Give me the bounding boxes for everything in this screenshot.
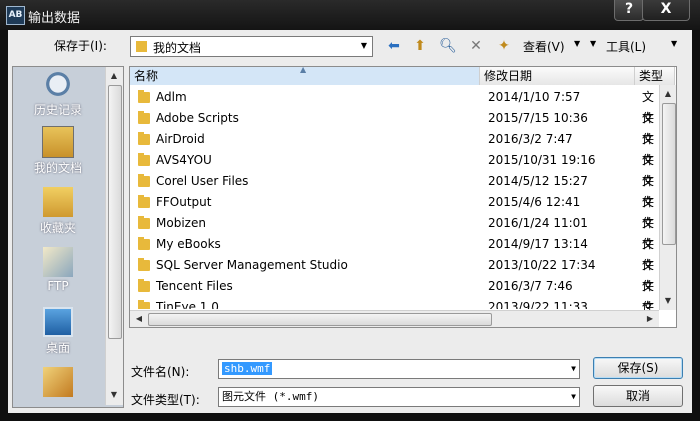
chevron-down-icon[interactable]: ▼	[571, 360, 576, 378]
file-row[interactable]: Tencent Files 2016/3/7 7:46 文件	[130, 276, 660, 314]
folder-icon	[138, 111, 150, 124]
scroll-down-icon[interactable]: ▼	[106, 387, 122, 403]
scroll-up-icon[interactable]: ▲	[106, 68, 122, 84]
scroll-down-icon[interactable]: ▼	[660, 293, 676, 309]
save-in-value: 我的文档	[153, 41, 202, 55]
places-scroll-thumb[interactable]	[108, 85, 122, 339]
folder-icon	[138, 195, 150, 208]
ftp-icon	[43, 247, 73, 277]
file-row[interactable]: FFOutput 2015/4/6 12:41 文件	[130, 192, 660, 230]
scroll-left-icon[interactable]: ◀	[131, 311, 147, 327]
file-row[interactable]: AVS4YOU 2015/10/31 19:16 文件	[130, 150, 660, 188]
sort-indicator-icon: ▲	[300, 66, 307, 74]
chevron-down-icon[interactable]: ▼	[571, 388, 576, 406]
save-in-label: 保存于(I):	[54, 39, 107, 53]
filetype-label: 文件类型(T):	[131, 393, 200, 407]
folder-icon	[138, 237, 150, 250]
file-list-hscroll-thumb[interactable]	[148, 313, 492, 326]
file-row[interactable]: TinEye 1.02013/9/22 11:33文件	[130, 297, 660, 309]
title-bar[interactable]: AB 输出数据 ? X	[0, 0, 700, 30]
scroll-right-icon[interactable]: ▶	[642, 311, 658, 327]
save-in-dropdown[interactable]: 我的文档 ▼	[130, 36, 373, 57]
window-title: 输出数据	[28, 11, 81, 26]
column-type[interactable]: 类型	[635, 67, 675, 85]
folder-icon	[138, 174, 150, 187]
file-list[interactable]: 名称 修改日期 类型 ▲ Adlm 2014/1/10 7:57 文件 Adobe …	[129, 66, 677, 328]
place-ftp[interactable]: FTP	[13, 247, 103, 293]
place-my-documents[interactable]: 我的文档	[13, 126, 103, 176]
folder-icon	[138, 132, 150, 145]
file-row[interactable]: SQL Server Management Studio 2013/10/22 1…	[130, 255, 660, 293]
filetype-value: 图元文件 (*.wmf)	[222, 390, 319, 403]
file-row[interactable]: Adlm 2014/1/10 7:57 文件	[130, 87, 660, 125]
help-button[interactable]: ?	[614, 0, 644, 21]
close-button[interactable]: X	[642, 0, 690, 21]
save-button[interactable]: 保存(S)	[593, 357, 683, 379]
folder-icon	[136, 41, 147, 52]
file-row[interactable]: Mobizen 2016/1/24 11:01 文件	[130, 213, 660, 251]
folder-icon	[138, 216, 150, 229]
place-desktop[interactable]: 桌面	[13, 307, 103, 356]
places-bar: 历史记录 我的文档 收藏夹 FTP 桌面 ▲ ▼	[12, 66, 124, 408]
up-folder-icon[interactable]: ⬆	[410, 36, 430, 56]
file-row[interactable]: Adobe Scripts 2015/7/15 10:36 文件	[130, 108, 660, 146]
file-list-vscroll-thumb[interactable]	[662, 103, 676, 245]
tools-dropdown-icon[interactable]: ▼	[590, 39, 596, 48]
file-row[interactable]: Corel User Files 2014/5/12 15:27 文件	[130, 171, 660, 209]
place-favorites[interactable]: 收藏夹	[13, 187, 103, 236]
app-icon: AB	[6, 6, 25, 25]
folder-icon	[138, 153, 150, 166]
new-folder-icon[interactable]: ✦	[494, 36, 514, 56]
history-icon	[43, 69, 73, 99]
view-dropdown-icon[interactable]: ▼	[574, 39, 580, 48]
tools-menu[interactable]: 工具(L)	[606, 38, 646, 55]
column-modified[interactable]: 修改日期	[480, 67, 635, 85]
my-documents-icon	[42, 126, 74, 158]
view-menu[interactable]: 查看(V)	[523, 38, 565, 55]
scroll-up-icon[interactable]: ▲	[660, 86, 676, 102]
search-icon[interactable]: 🔍︎	[438, 36, 458, 56]
folder-icon	[138, 258, 150, 271]
filename-input[interactable]: shb.wmf ▼	[218, 359, 580, 379]
file-list-vscrollbar[interactable]: ▲ ▼	[659, 85, 676, 310]
favorites-icon	[43, 187, 73, 217]
place-history[interactable]: 历史记录	[13, 69, 103, 118]
places-scrollbar[interactable]: ▲ ▼	[105, 67, 123, 405]
file-row[interactable]: AirDroid 2016/3/2 7:47 文件	[130, 129, 660, 167]
cancel-button[interactable]: 取消	[593, 385, 683, 407]
folder-icon	[138, 90, 150, 103]
back-icon[interactable]: ⬅	[384, 36, 404, 56]
place-network[interactable]	[13, 367, 103, 397]
folder-icon	[138, 279, 150, 292]
filetype-dropdown[interactable]: 图元文件 (*.wmf) ▼	[218, 387, 580, 407]
file-list-hscrollbar[interactable]: ◀ ▶	[130, 310, 659, 327]
network-icon	[43, 367, 73, 397]
save-dialog: AB 输出数据 ? X 保存于(I): 我的文档 ▼ ⬅ ⬆ 🔍︎ ✕ ✦ 查看…	[0, 0, 700, 421]
desktop-icon	[43, 307, 73, 337]
folder-icon	[138, 300, 150, 309]
filename-label: 文件名(N):	[131, 365, 190, 379]
chevron-down-icon: ▼	[360, 41, 368, 50]
filename-value: shb.wmf	[222, 362, 273, 375]
delete-icon[interactable]: ✕	[466, 36, 486, 56]
dialog-body: 保存于(I): 我的文档 ▼ ⬅ ⬆ 🔍︎ ✕ ✦ 查看(V) ▼ ▼ 工具(L…	[8, 30, 692, 413]
tools-chevron-icon[interactable]: ▼	[671, 39, 677, 48]
file-row[interactable]: My eBooks 2014/9/17 13:14 文件	[130, 234, 660, 272]
